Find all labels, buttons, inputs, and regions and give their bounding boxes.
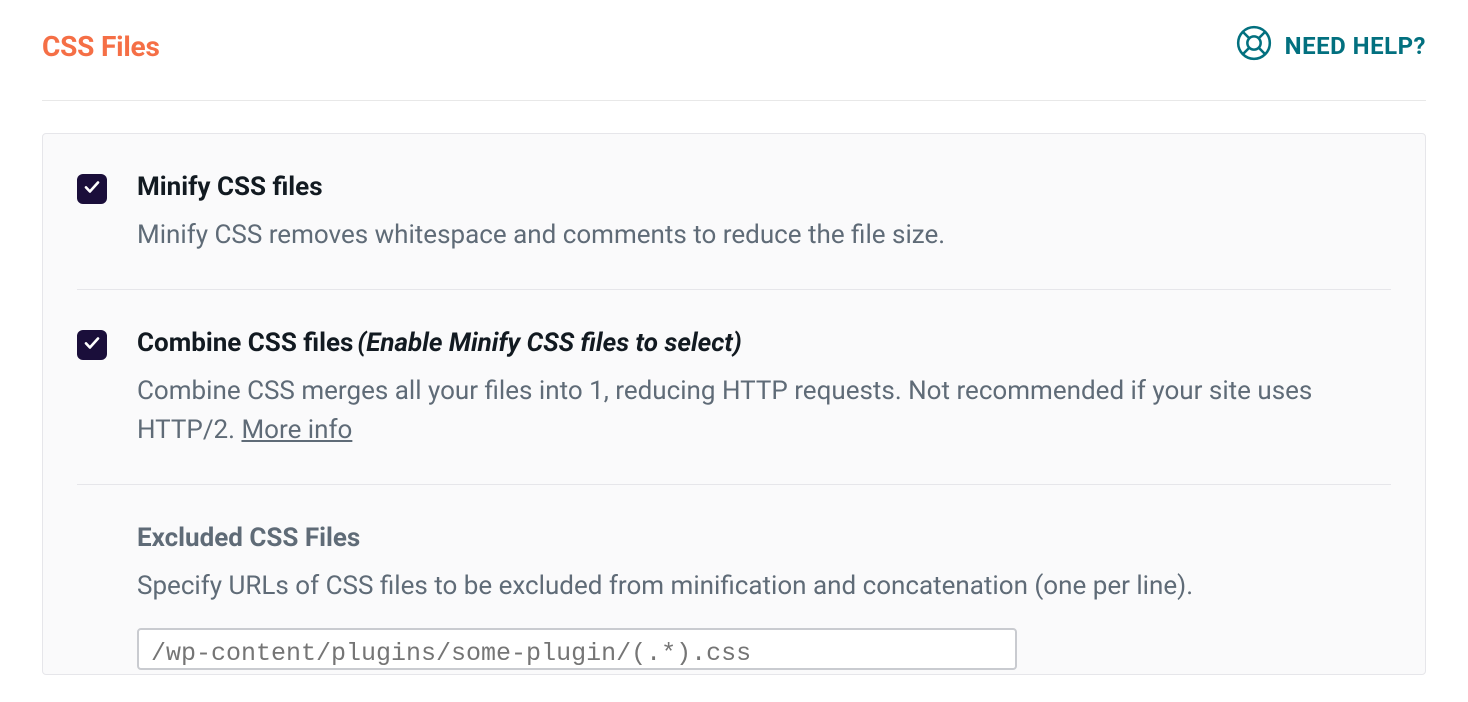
combine-css-note: (Enable Minify CSS files to select) (357, 328, 741, 358)
excluded-description: Specify URLs of CSS files to be excluded… (137, 567, 1391, 606)
minify-css-description: Minify CSS removes whitespace and commen… (137, 216, 1391, 255)
settings-panel: Minify CSS files Minify CSS removes whit… (42, 133, 1426, 675)
combine-css-label-line: Combine CSS files (Enable Minify CSS fil… (137, 328, 1391, 358)
need-help-label: NEED HELP? (1285, 32, 1426, 60)
option-row-combine: Combine CSS files (Enable Minify CSS fil… (77, 290, 1391, 485)
combine-css-checkbox[interactable] (77, 330, 107, 360)
minify-css-checkbox[interactable] (77, 174, 107, 204)
section-header: CSS Files NEED HELP? (42, 24, 1426, 101)
checkmark-icon (83, 334, 101, 356)
minify-css-label: Minify CSS files (137, 172, 1391, 202)
lifebuoy-icon (1235, 24, 1273, 68)
section-title: CSS Files (42, 30, 160, 63)
combine-css-description: Combine CSS merges all your files into 1… (137, 372, 1391, 450)
combine-css-label: Combine CSS files (137, 328, 353, 358)
option-row-excluded: Excluded CSS Files Specify URLs of CSS f… (77, 485, 1391, 674)
checkmark-icon (83, 178, 101, 200)
need-help-link[interactable]: NEED HELP? (1235, 24, 1426, 68)
excluded-css-textarea[interactable] (137, 628, 1017, 670)
excluded-title: Excluded CSS Files (137, 523, 1391, 553)
more-info-link[interactable]: More info (241, 415, 352, 445)
option-row-minify: Minify CSS files Minify CSS removes whit… (77, 134, 1391, 290)
